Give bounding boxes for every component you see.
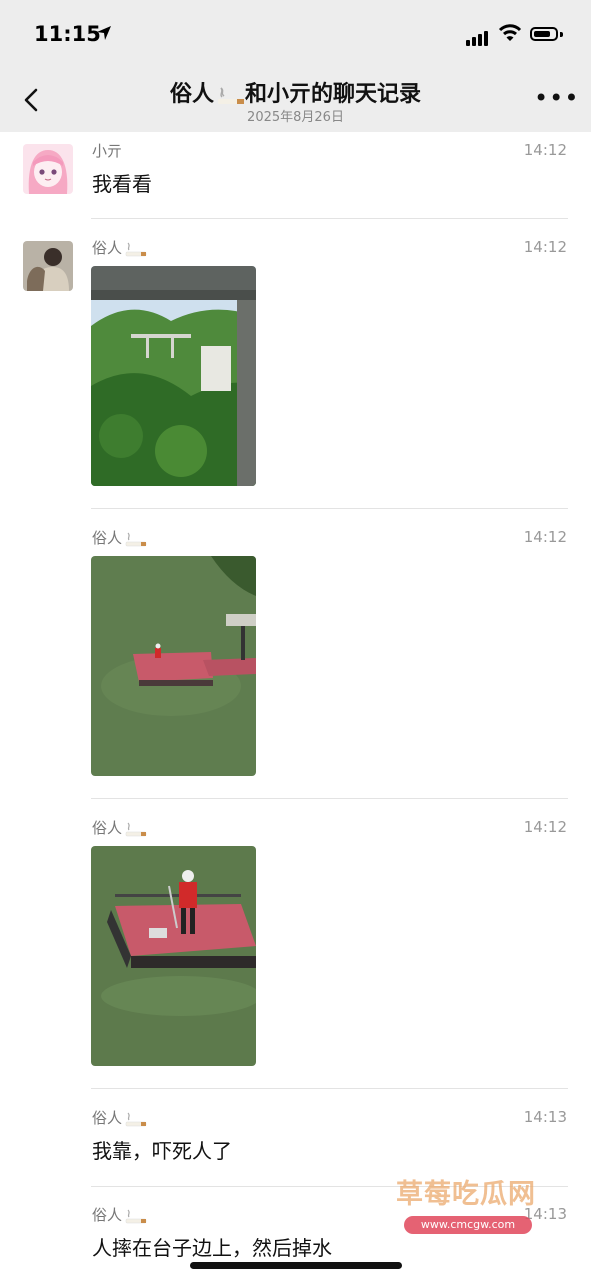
nav-bar: 俗人 和小亓的聊天记录 2025年8月26日 ••• <box>0 70 591 132</box>
message-time: 14:12 <box>523 528 567 546</box>
title-left: 俗人 <box>169 82 214 107</box>
sender-name: 俗人 <box>92 237 147 258</box>
list-item: 俗人 14:12 <box>0 519 591 798</box>
home-indicator[interactable] <box>190 1262 402 1269</box>
divider <box>91 508 568 509</box>
page-title: 俗人 和小亓的聊天记录 <box>100 76 491 108</box>
title-right: 和小亓的聊天记录 <box>245 82 422 107</box>
bridge-over-green-hills-photo[interactable] <box>91 266 256 486</box>
man-on-red-platform-photo[interactable] <box>91 846 256 1066</box>
watermark-title: 草莓吃瓜网 <box>396 1179 536 1210</box>
sender-name-text: 俗人 <box>92 529 123 547</box>
avatar[interactable] <box>23 144 73 194</box>
sender-name-text: 俗人 <box>92 819 123 837</box>
sender-name: 俗人 <box>92 1107 147 1128</box>
battery-icon <box>530 27 558 41</box>
watermark-url: www.cmcgw.com <box>404 1216 532 1234</box>
status-bar: 11:15 <box>0 0 591 70</box>
sender-name: 俗人 <box>92 817 147 838</box>
list-item: 俗人 14:12 <box>0 229 591 508</box>
cigarette-emoji-icon <box>125 1209 147 1223</box>
message-time: 14:12 <box>523 238 567 256</box>
cellular-signal-icon <box>466 27 490 46</box>
list-item: 小亓 14:12 我看看 <box>0 132 591 218</box>
site-watermark: 草莓吃瓜网 www.cmcgw.com <box>376 1172 556 1242</box>
message-text[interactable]: 人摔在台子边上，然后掉水 <box>92 1232 332 1261</box>
cigarette-emoji-icon <box>125 242 147 256</box>
sender-name-text: 俗人 <box>92 1109 123 1127</box>
more-dots-icon[interactable]: ••• <box>534 86 579 110</box>
sender-name: 俗人 <box>92 1204 147 1225</box>
sender-name-text: 俗人 <box>92 1206 123 1224</box>
battery-tip <box>560 32 563 37</box>
avatar[interactable] <box>23 241 73 291</box>
chat-date: 2025年8月26日 <box>247 110 344 125</box>
cigarette-emoji-icon <box>218 87 244 104</box>
divider <box>91 1088 568 1089</box>
sender-name: 小亓 <box>92 142 123 160</box>
message-text[interactable]: 我看看 <box>92 168 152 197</box>
message-text[interactable]: 我靠，吓死人了 <box>92 1135 232 1164</box>
divider <box>91 218 568 219</box>
cigarette-emoji-icon <box>125 532 147 546</box>
message-time: 14:12 <box>523 818 567 836</box>
sender-name-text: 俗人 <box>92 239 123 257</box>
divider <box>91 798 568 799</box>
chevron-left-icon[interactable] <box>18 82 48 118</box>
sender-name: 俗人 <box>92 527 147 548</box>
cigarette-emoji-icon <box>125 1112 147 1126</box>
cigarette-emoji-icon <box>125 822 147 836</box>
list-item: 俗人 14:12 <box>0 809 591 1088</box>
floating-red-platform-photo[interactable] <box>91 556 256 776</box>
message-time: 14:12 <box>523 141 567 159</box>
wifi-icon <box>498 24 522 41</box>
clock: 11:15 <box>34 22 101 46</box>
location-arrow-icon <box>97 26 111 40</box>
message-time: 14:13 <box>523 1108 567 1126</box>
